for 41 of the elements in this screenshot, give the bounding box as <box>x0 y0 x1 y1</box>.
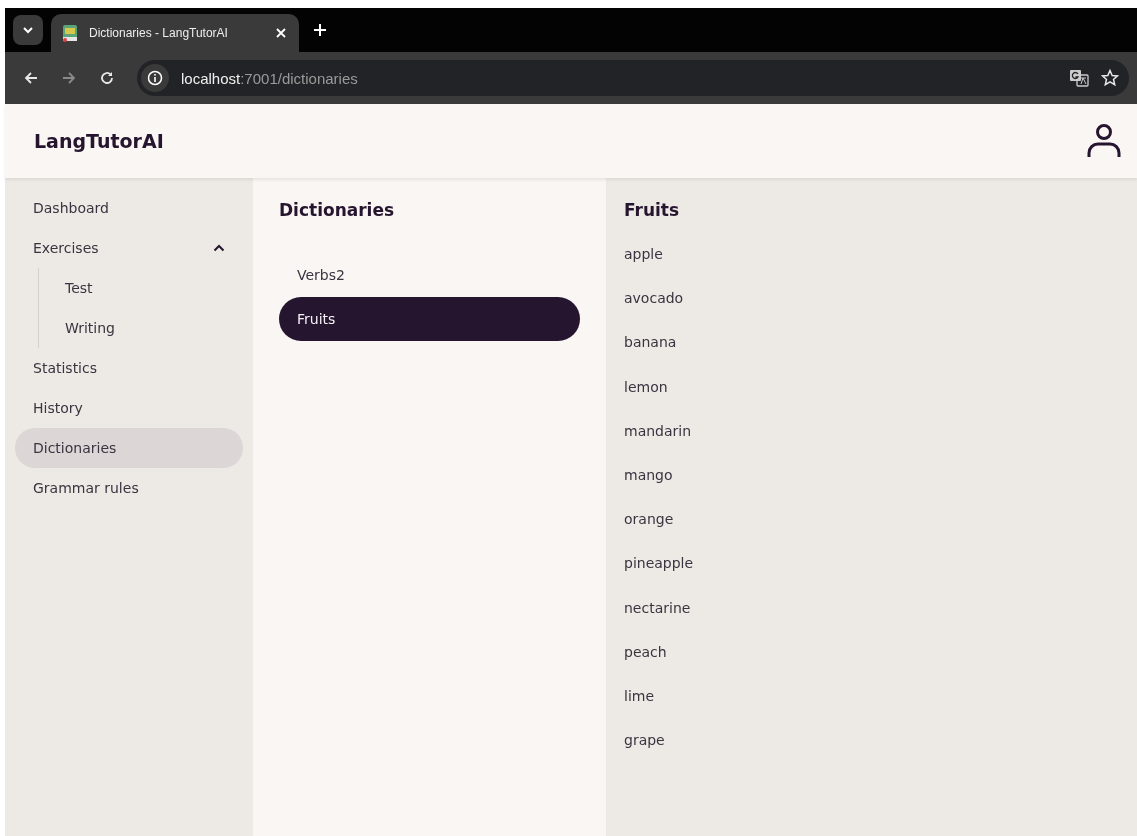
nav-item[interactable]: Test <box>39 268 243 308</box>
nav-item[interactable]: Dictionaries <box>15 428 243 468</box>
reload-icon[interactable] <box>99 70 115 86</box>
chevron-down-icon <box>22 26 34 34</box>
back-icon[interactable] <box>23 70 39 86</box>
nav-item[interactable]: Statistics <box>15 348 243 388</box>
word-item: orange <box>624 510 675 530</box>
dictionary-item[interactable]: Verbs2 <box>279 253 580 297</box>
tab-title: Dictionaries - LangTutorAI <box>89 26 229 40</box>
dictionary-item[interactable]: Fruits <box>279 297 580 341</box>
book-icon <box>61 24 79 42</box>
word-item: pineapple <box>624 554 695 574</box>
nav-item[interactable]: History <box>15 388 243 428</box>
word-item: avocado <box>624 289 685 309</box>
info-icon[interactable] <box>141 64 169 92</box>
url-text: localhost:7001/dictionaries <box>181 69 358 87</box>
word-item: apple <box>624 245 664 265</box>
forward-icon[interactable] <box>61 70 77 86</box>
word-item: lime <box>624 686 656 706</box>
word-item: grape <box>624 731 666 751</box>
address-bar[interactable]: localhost:7001/dictionaries <box>137 60 1129 96</box>
nav-item[interactable]: Dashboard <box>15 188 243 228</box>
word-item: banana <box>624 333 678 353</box>
browser-tab[interactable]: Dictionaries - LangTutorAI <box>51 14 299 52</box>
user-icon[interactable] <box>1087 123 1121 159</box>
panel-title: Dictionaries <box>279 200 396 220</box>
word-item: peach <box>624 642 668 662</box>
word-item: nectarine <box>624 598 692 618</box>
tab-search-button[interactable] <box>13 15 43 45</box>
translate-icon[interactable] <box>1069 69 1089 87</box>
app-title: LangTutorAI <box>34 130 164 152</box>
nav-item[interactable]: Grammar rules <box>15 468 243 508</box>
star-icon[interactable] <box>1101 69 1119 87</box>
nav-item[interactable]: Exercises <box>15 228 243 268</box>
word-item: lemon <box>624 377 669 397</box>
new-tab-icon[interactable] <box>313 23 327 37</box>
word-item: mandarin <box>624 421 693 441</box>
nav-item[interactable]: Writing <box>39 308 243 348</box>
close-icon[interactable] <box>275 27 287 39</box>
panel-title: Fruits <box>624 200 681 220</box>
word-item: mango <box>624 466 674 486</box>
